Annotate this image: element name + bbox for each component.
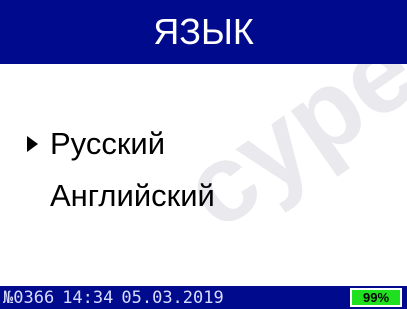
device-screen: cyper ЯЗЫК Русский Английский №0366 14:3…: [0, 0, 407, 309]
status-time: 14:34: [62, 287, 114, 308]
menu-item-label: Русский: [50, 126, 166, 161]
header-bar: ЯЗЫК: [0, 0, 407, 64]
status-bar: №0366 14:34 05.03.2019 99%: [0, 286, 407, 309]
menu-item-label: Английский: [50, 178, 215, 213]
battery-indicator: 99%: [350, 288, 402, 307]
language-menu: Русский Английский: [0, 118, 407, 222]
menu-item-russian[interactable]: Русский: [0, 118, 407, 170]
status-date: 05.03.2019: [121, 287, 224, 308]
menu-item-english[interactable]: Английский: [0, 170, 407, 222]
page-title: ЯЗЫК: [153, 11, 254, 52]
triangle-right-icon: [27, 136, 38, 152]
device-number: №0366: [3, 287, 55, 308]
battery-percent: 99%: [362, 290, 390, 305]
